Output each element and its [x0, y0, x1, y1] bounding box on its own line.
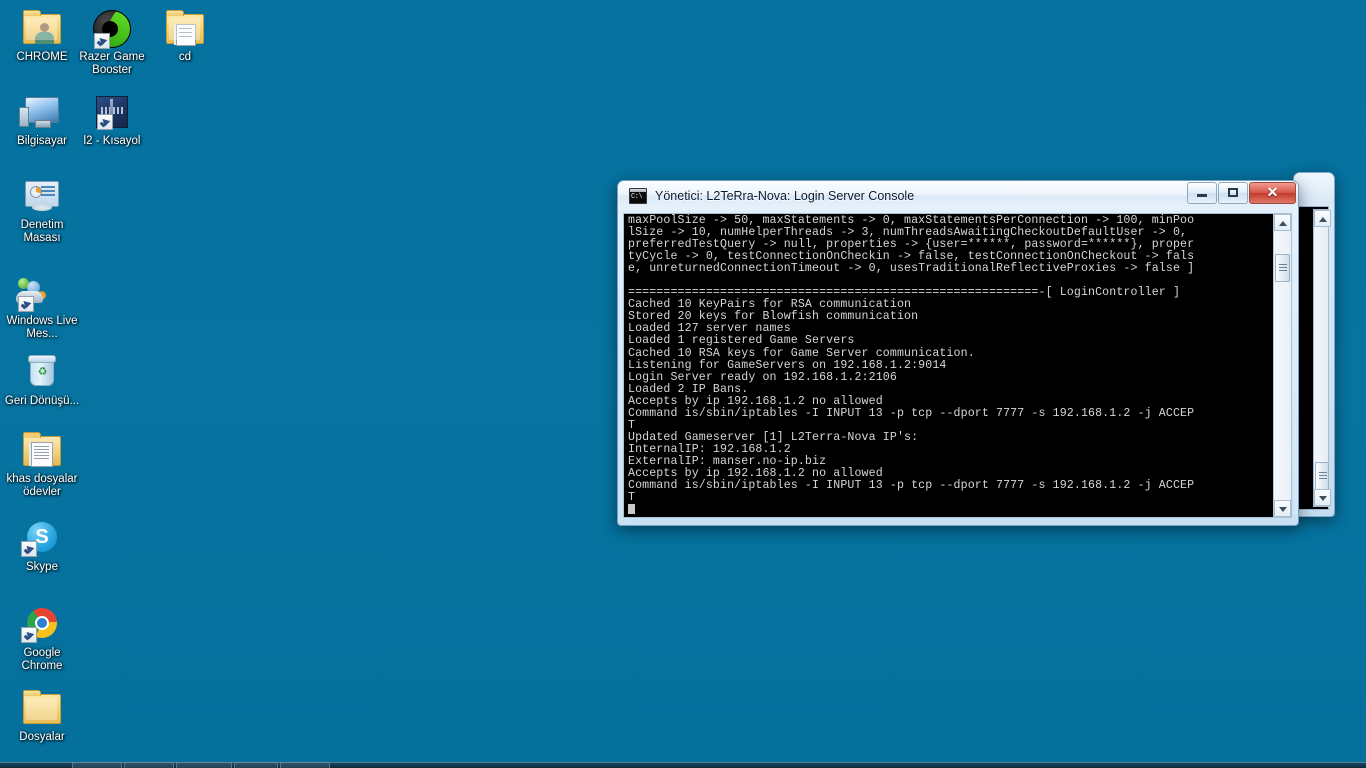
taskbar-item[interactable]	[234, 762, 278, 768]
scroll-down-button[interactable]	[1274, 500, 1291, 517]
desktop-icon-bilgisayar[interactable]: Bilgisayar	[4, 92, 80, 148]
chrome-icon	[4, 604, 80, 644]
recycle-bin-icon: ♻	[4, 352, 80, 392]
background-window-scrollbar[interactable]	[1313, 209, 1331, 507]
window-controls: ✕	[1186, 182, 1296, 204]
desktop-icon-label: Denetim Masası	[20, 219, 64, 244]
desktop-icon-recycle-bin[interactable]: ♻ Geri Dönüşü...	[4, 352, 80, 408]
cmd-console-icon: C:\	[629, 187, 647, 204]
background-console-window[interactable]	[1293, 172, 1335, 517]
console-output-text: maxPoolSize -> 50, maxStatements -> 0, m…	[624, 214, 1273, 517]
razer-game-booster-icon	[74, 8, 150, 49]
scroll-down-button[interactable]	[1314, 489, 1331, 506]
desktop-icon-label: Bilgisayar	[17, 135, 67, 147]
desktop: CHROME Razer Game Booster cd Bilgisayar …	[0, 0, 1366, 768]
desktop-icon-label: Geri Dönüşü...	[4, 395, 80, 407]
desktop-icon-l2-shortcut[interactable]: l2 - Kısayol	[74, 92, 150, 148]
taskbar-item[interactable]	[124, 762, 174, 768]
close-button[interactable]: ✕	[1249, 182, 1296, 204]
desktop-icon-chrome-folder[interactable]: CHROME	[4, 8, 80, 64]
desktop-icon-label: Razer Game Booster	[79, 51, 145, 76]
scroll-up-button[interactable]	[1314, 210, 1331, 227]
desktop-icon-label: cd	[178, 51, 192, 63]
console-client-area: maxPoolSize -> 50, maxStatements -> 0, m…	[623, 213, 1292, 518]
console-cursor	[628, 504, 635, 515]
app-shortcut-icon	[74, 92, 150, 132]
folder-icon	[147, 8, 223, 48]
console-scrollbar[interactable]	[1273, 214, 1291, 517]
desktop-icon-skype[interactable]: S Skype	[4, 518, 80, 574]
window-titlebar[interactable]: C:\ Yönetici: L2TeRra-Nova: Login Server…	[618, 181, 1298, 210]
window-title: Yönetici: L2TeRra-Nova: Login Server Con…	[655, 188, 915, 203]
computer-icon	[4, 92, 80, 132]
folder-person-icon	[4, 8, 80, 48]
taskbar-item[interactable]	[176, 762, 232, 768]
maximize-button[interactable]	[1218, 182, 1248, 204]
desktop-icon-khas-dosyalar[interactable]: khas dosyalar ödevler	[4, 430, 80, 499]
desktop-icon-label: khas dosyalar ödevler	[6, 473, 78, 498]
desktop-icon-label: CHROME	[16, 51, 68, 63]
desktop-icon-razer-game-booster[interactable]: Razer Game Booster	[74, 8, 150, 77]
desktop-icon-cd[interactable]: cd	[147, 8, 223, 64]
login-server-console-window[interactable]: C:\ Yönetici: L2TeRra-Nova: Login Server…	[617, 180, 1299, 526]
desktop-icon-google-chrome[interactable]: Google Chrome	[4, 604, 80, 673]
taskbar-item[interactable]	[280, 762, 330, 768]
desktop-icon-label: l2 - Kısayol	[83, 135, 141, 147]
desktop-icon-label: Google Chrome	[21, 647, 63, 672]
desktop-icon-dosyalar[interactable]: Dosyalar	[4, 688, 80, 744]
folder-icon	[4, 688, 80, 728]
desktop-icon-windows-live-messenger[interactable]: Windows Live Mes...	[4, 272, 80, 341]
scroll-thumb[interactable]	[1275, 254, 1290, 282]
desktop-icon-label: Windows Live Mes...	[6, 315, 78, 340]
desktop-icon-denetim-masasi[interactable]: Denetim Masası	[4, 176, 80, 245]
minimize-button[interactable]	[1187, 182, 1217, 204]
scroll-up-button[interactable]	[1274, 214, 1291, 231]
desktop-icon-label: Dosyalar	[19, 731, 65, 743]
desktop-icon-label: Skype	[26, 561, 58, 573]
messenger-icon	[4, 272, 80, 312]
control-panel-icon	[4, 176, 80, 216]
taskbar[interactable]	[0, 762, 1366, 768]
scroll-thumb[interactable]	[1315, 462, 1329, 490]
cmd-icon-text: C:\	[631, 192, 643, 201]
folder-documents-icon	[4, 430, 80, 470]
skype-icon: S	[4, 518, 80, 558]
taskbar-item[interactable]	[72, 762, 122, 768]
background-window-titlebar[interactable]	[1294, 173, 1334, 203]
close-icon: ✕	[1266, 184, 1279, 200]
